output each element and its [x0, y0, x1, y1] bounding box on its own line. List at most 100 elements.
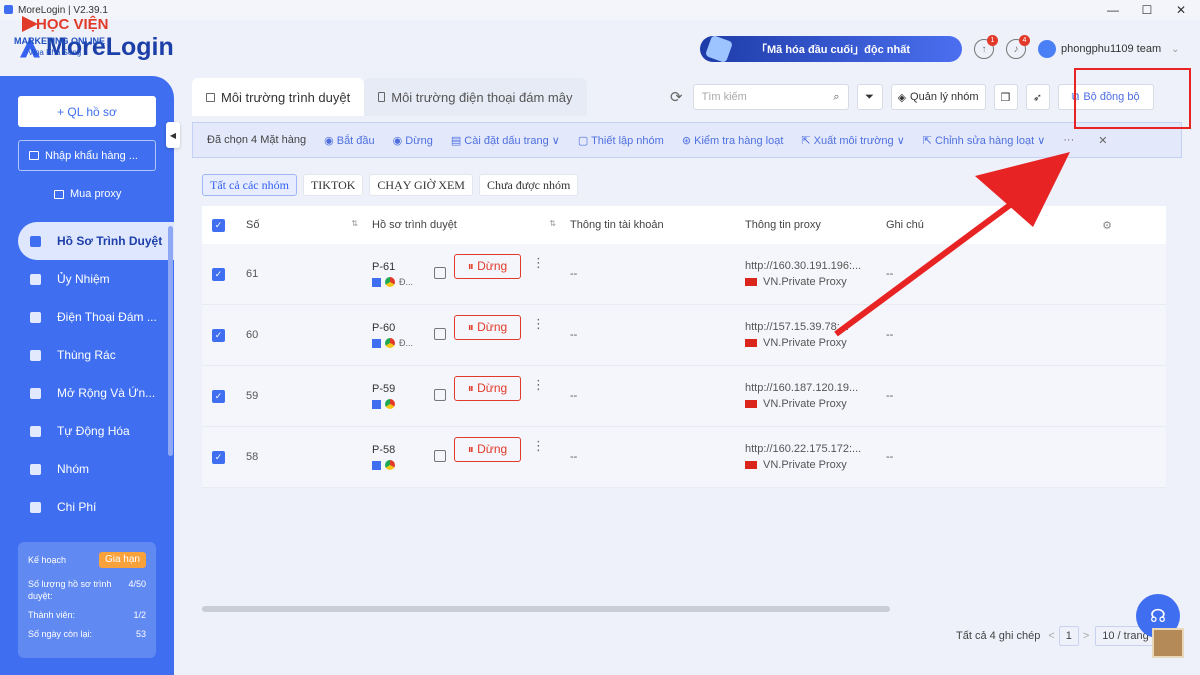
prev-page-icon[interactable]: <	[1048, 630, 1054, 642]
more-vertical-icon[interactable]: ⋮	[532, 438, 545, 454]
main-panel: Môi trường trình duyệt Môi trường điện t…	[192, 78, 1190, 658]
page-number[interactable]: 1	[1058, 626, 1079, 646]
table-row[interactable]: ✓ 60 P-60 Đ... ⏸ Dừng ⋮ -- http://157.15…	[202, 305, 1166, 366]
bookmark-settings-action[interactable]: ▤ Cài đặt dấu trang ∨	[451, 134, 560, 147]
note[interactable]: --	[886, 268, 893, 280]
cube-icon	[704, 34, 734, 64]
chevron-down-icon[interactable]: ⌄	[1171, 44, 1179, 55]
table-row[interactable]: ✓ 58 P-58 ⏸ Dừng ⋮ -- http://160.22.175.…	[202, 427, 1166, 488]
more-vertical-icon[interactable]: ⋮	[532, 316, 545, 332]
more-icon[interactable]: ···	[1063, 134, 1074, 146]
filter-all-groups[interactable]: Tất cả các nhóm	[202, 174, 297, 196]
refresh-icon[interactable]: ⟳	[670, 88, 683, 106]
more-vertical-icon[interactable]: ⋮	[532, 255, 545, 271]
account-info: --	[570, 268, 578, 280]
table-row[interactable]: ✓ 59 P-59 ⏸ Dừng ⋮ -- http://160.187.120…	[202, 366, 1166, 427]
start-action[interactable]: ◉ Bắt đầu	[324, 134, 375, 147]
watermark-line1: HỌC VIỆN	[36, 16, 109, 33]
avatar[interactable]	[1038, 40, 1056, 58]
filter-tiktok[interactable]: TIKTOK	[302, 174, 364, 196]
stop-button[interactable]: ⏸ Dừng	[454, 376, 521, 401]
sidebar-scrollbar[interactable]	[168, 226, 173, 456]
proxy-url: http://160.187.120.19...	[745, 382, 859, 394]
select-all-checkbox[interactable]: ✓	[212, 218, 225, 232]
column-settings-icon[interactable]: ⚙	[1102, 219, 1112, 232]
search-input[interactable]: Tìm kiếm ⌕	[692, 84, 849, 110]
corner-thumbnail	[1152, 628, 1184, 658]
set-group-action[interactable]: ▢ Thiết lập nhóm	[578, 134, 664, 147]
sidebar-item-label: Hồ Sơ Trình Duyệt	[57, 234, 163, 248]
filter-icon[interactable]: ⏷	[856, 84, 883, 110]
row-checkbox[interactable]: ✓	[212, 267, 225, 281]
row-checkbox[interactable]: ✓	[212, 450, 225, 464]
new-profile-button[interactable]: + QL hồ sơ	[18, 96, 156, 127]
row-no: 58	[246, 451, 259, 463]
stop-action[interactable]: ◉ Dừng	[393, 134, 433, 147]
sidebar-item-cloud-phone[interactable]: Điện Thoại Đám ...	[0, 298, 174, 336]
filter-watch-hours[interactable]: CHẠY GIỜ XEM	[369, 174, 473, 196]
stop-button[interactable]: ⏸ Dừng	[454, 254, 521, 279]
export-env-action[interactable]: ⇱ Xuất môi trường ∨	[801, 134, 904, 147]
bookmark-icon[interactable]	[434, 267, 446, 279]
extend-button[interactable]: Gia hạn	[98, 552, 146, 568]
group-manage-button[interactable]: ◈ Quản lý nhóm	[890, 84, 986, 110]
copy-icon[interactable]: ❐	[993, 84, 1018, 110]
watermark-line2: MARKETING ONLINE	[14, 36, 105, 46]
tab-browser-env[interactable]: Môi trường trình duyệt	[192, 78, 365, 116]
sidebar-item-label: Mở Rộng Và Ứn...	[57, 386, 156, 400]
plan-members-label: Thành viên:	[28, 610, 76, 620]
chrome-icon	[385, 338, 395, 348]
more-vertical-icon[interactable]: ⋮	[532, 377, 545, 393]
highlight-box	[1074, 68, 1191, 129]
search-placeholder: Tìm kiếm	[701, 91, 747, 103]
note[interactable]: --	[886, 329, 893, 341]
bookmark-icon[interactable]	[434, 328, 446, 340]
note[interactable]: --	[886, 390, 893, 402]
buy-proxy-link[interactable]: Mua proxy	[54, 188, 121, 200]
filter-ungrouped[interactable]: Chưa được nhóm	[478, 174, 579, 196]
sort-icon[interactable]: ⇅	[351, 219, 358, 231]
horizontal-scrollbar[interactable]	[202, 606, 890, 612]
sidebar-item-proxy[interactable]: Ủy Nhiệm	[0, 260, 174, 298]
table-row[interactable]: ✓ 61 P-61 Đ... ⏸ Dừng ⋮ -- http://160.30…	[202, 244, 1166, 305]
note[interactable]: --	[886, 451, 893, 463]
row-checkbox[interactable]: ✓	[212, 389, 225, 403]
promo-banner[interactable]: 「Mã hóa đầu cuối」độc nhất	[700, 34, 962, 64]
header-actions: 「Mã hóa đầu cuối」độc nhất ↑ 1 ♪ 4 phongphu…	[700, 34, 1180, 64]
batch-edit-action[interactable]: ⇱ Chỉnh sửa hàng loạt ∨	[923, 134, 1045, 147]
next-page-icon[interactable]: >	[1083, 630, 1089, 642]
bookmark-icon[interactable]	[434, 389, 446, 401]
sidebar-item-label: Tự Động Hóa	[57, 424, 130, 438]
header-no[interactable]: Số	[246, 219, 259, 231]
chrome-icon	[385, 399, 395, 409]
collapse-sidebar-button[interactable]: ◀	[166, 122, 180, 148]
close-icon[interactable]: ✕	[1098, 134, 1107, 147]
tab-cloud-phone-env[interactable]: Môi trường điện thoại đám mây	[364, 78, 587, 116]
bookmark-icon[interactable]	[434, 450, 446, 462]
row-checkbox[interactable]: ✓	[212, 328, 225, 342]
sidebar-item-automation[interactable]: Tự Động Hóa	[0, 412, 174, 450]
sidebar-item-billing[interactable]: Chi Phí	[0, 488, 174, 526]
minimize-button[interactable]: —	[1094, 0, 1132, 20]
stop-button[interactable]: ⏸ Dừng	[454, 315, 521, 340]
header-note: Ghi chú	[886, 218, 924, 231]
import-button[interactable]: Nhập khẩu hàng ...	[18, 140, 156, 171]
proxy-type: VN.Private Proxy	[763, 276, 847, 288]
buy-proxy-label: Mua proxy	[70, 188, 122, 200]
vietnam-flag-icon	[745, 339, 757, 348]
sidebar-item-browser-profiles[interactable]: Hồ Sơ Trình Duyệt	[18, 222, 174, 260]
selected-count: Đã chọn 4 Mặt hàng	[207, 134, 307, 146]
sort-icon[interactable]: ⇅	[549, 219, 556, 231]
close-window-button[interactable]: ✕	[1162, 0, 1200, 20]
stop-button[interactable]: ⏸ Dừng	[454, 437, 521, 462]
sidebar-item-team[interactable]: Nhóm	[0, 450, 174, 488]
bell-icon[interactable]: ♪ 4	[1006, 35, 1030, 59]
maximize-button[interactable]: ☐	[1128, 0, 1166, 20]
sidebar-item-trash[interactable]: Thùng Rác	[0, 336, 174, 374]
upload-icon[interactable]: ↑ 1	[974, 35, 998, 59]
batch-check-action[interactable]: ⊛ Kiểm tra hàng loạt	[682, 134, 784, 147]
sidebar-item-extensions[interactable]: Mở Rộng Và Ứn...	[0, 374, 174, 412]
proxy-url: http://160.30.191.196:...	[745, 260, 862, 272]
rocket-icon[interactable]: ➶	[1025, 84, 1050, 110]
username[interactable]: phongphu1109 team	[1061, 43, 1161, 55]
